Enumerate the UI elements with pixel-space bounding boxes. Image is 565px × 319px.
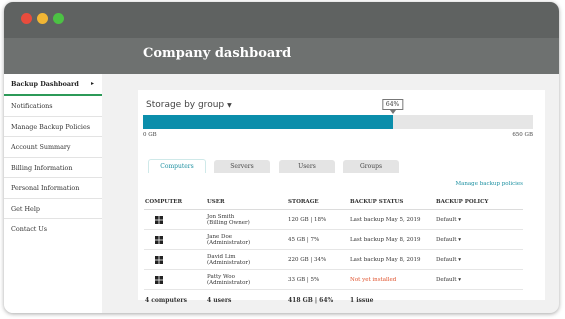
dashboard-panel: Storage by group ▼ 64% 0 GB 650 GB Comput… [138, 90, 545, 303]
backup-policy-dropdown[interactable]: Default ▾ [435, 249, 523, 270]
page-title: Company dashboard [143, 46, 292, 61]
storage-cell: 45 GB | 7% [287, 229, 349, 250]
sidebar-item-manage-backup-policies[interactable]: Manage Backup Policies [4, 117, 102, 137]
table-row[interactable]: David Lim (Administrator) 220 GB | 34% La… [144, 249, 523, 270]
storage-min-label: 0 GB [143, 132, 157, 138]
storage-cell: 33 GB | 5% [287, 269, 349, 290]
manage-backup-policies-link[interactable]: Manage backup policies [455, 181, 523, 187]
sidebar-item-get-help[interactable]: Get Help [4, 199, 102, 219]
sidebar-item-billing-information[interactable]: Billing Information [4, 158, 102, 178]
policy-label: Default [436, 256, 457, 263]
bubble-pointer [389, 110, 396, 114]
backup-status-cell: Last backup May 8, 2019 [349, 249, 435, 270]
page-header: Company dashboard [4, 38, 559, 74]
sidebar-item-label: Personal Information [11, 184, 80, 192]
storage-max-label: 650 GB [512, 132, 533, 138]
column-header[interactable]: BACKUP POLICY [435, 195, 523, 210]
sidebar-item-backup-dashboard[interactable]: Backup Dashboard ▸ [4, 74, 102, 96]
user-role: (Administrator) [207, 279, 251, 286]
policy-label: Default [436, 216, 457, 223]
column-header[interactable]: COMPUTER [144, 195, 206, 210]
windows-icon [155, 255, 163, 264]
backup-policy-dropdown[interactable]: Default ▾ [435, 209, 523, 230]
user-role: (Administrator) [207, 239, 251, 246]
backup-status-cell: Last backup May 8, 2019 [349, 229, 435, 250]
caret-down-icon: ▾ [458, 256, 462, 263]
app-window: Company dashboard Backup Dashboard ▸ Not… [4, 2, 559, 313]
sidebar-item-label: Account Summary [11, 143, 71, 151]
sidebar-item-label: Notifications [11, 102, 53, 110]
table-row[interactable]: Jane Doe (Administrator) 45 GB | 7% Last … [144, 229, 523, 250]
tab-users[interactable]: Users [279, 160, 335, 173]
table-row[interactable]: Jon Smith (Billing Owner) 120 GB | 18% La… [144, 209, 523, 230]
backup-policy-dropdown[interactable]: Default ▾ [435, 269, 523, 290]
user-role: (Administrator) [207, 259, 251, 266]
sidebar-item-label: Backup Dashboard [11, 80, 79, 88]
close-window-button[interactable] [21, 13, 32, 24]
sidebar-item-account-summary[interactable]: Account Summary [4, 137, 102, 158]
sidebar-item-label: Get Help [11, 204, 40, 213]
sidebar-item-contact-us[interactable]: Contact Us [4, 219, 102, 240]
title-bar [4, 2, 559, 38]
storage-percent-bubble: 64% [381, 99, 404, 110]
tab-servers[interactable]: Servers [214, 160, 270, 173]
windows-icon [155, 235, 163, 244]
sidebar-item-label: Contact Us [11, 225, 48, 233]
policy-label: Default [436, 236, 457, 243]
computers-table: COMPUTER USER STORAGE BACKUP STATUS BACK… [144, 195, 523, 312]
table-row[interactable]: Patty Woo (Administrator) 33 GB | 5% Not … [144, 269, 523, 290]
sidebar-item-label: Manage Backup Policies [11, 122, 91, 131]
caret-down-icon: ▼ [227, 102, 232, 109]
sidebar: Backup Dashboard ▸ Notifications Manage … [4, 74, 102, 313]
column-header[interactable]: BACKUP STATUS [349, 195, 435, 210]
backup-status-cell: Not yet installed [349, 269, 435, 290]
storage-cell: 220 GB | 34% [287, 249, 349, 270]
storage-progress-fill [143, 115, 393, 129]
storage-cell: 120 GB | 18% [287, 209, 349, 230]
sidebar-item-notifications[interactable]: Notifications [4, 96, 102, 117]
sidebar-item-label: Billing Information [11, 163, 73, 172]
storage-total: 418 GB | 64% [288, 297, 334, 304]
issues-total: 1 issue [350, 297, 374, 304]
caret-down-icon: ▾ [458, 216, 462, 223]
windows-icon [155, 275, 163, 284]
backup-policy-dropdown[interactable]: Default ▾ [435, 229, 523, 250]
chevron-right-icon: ▸ [90, 80, 94, 87]
table-summary-row: 4 computers 4 users 418 GB | 64% 1 issue [144, 290, 523, 313]
users-total: 4 users [207, 297, 232, 304]
windows-icon [155, 215, 163, 224]
sidebar-item-personal-information[interactable]: Personal Information [4, 178, 102, 199]
table-header-row: COMPUTER USER STORAGE BACKUP STATUS BACK… [144, 195, 523, 210]
tab-groups[interactable]: Groups [343, 160, 399, 173]
backup-status-cell: Last backup May 5, 2019 [349, 209, 435, 230]
column-header[interactable]: STORAGE [287, 195, 349, 210]
caret-down-icon: ▾ [458, 236, 462, 243]
minimize-window-button[interactable] [37, 13, 48, 24]
policy-label: Default [436, 276, 457, 283]
storage-group-label: Storage by group [146, 100, 225, 110]
user-role: (Billing Owner) [207, 219, 250, 226]
storage-group-dropdown[interactable]: Storage by group ▼ [146, 100, 232, 110]
computers-total: 4 computers [145, 297, 187, 304]
caret-down-icon: ▾ [458, 276, 462, 283]
storage-progress-bar [143, 115, 533, 129]
column-header[interactable]: USER [206, 195, 287, 210]
tab-computers[interactable]: Computers [148, 159, 206, 173]
maximize-window-button[interactable] [53, 13, 64, 24]
